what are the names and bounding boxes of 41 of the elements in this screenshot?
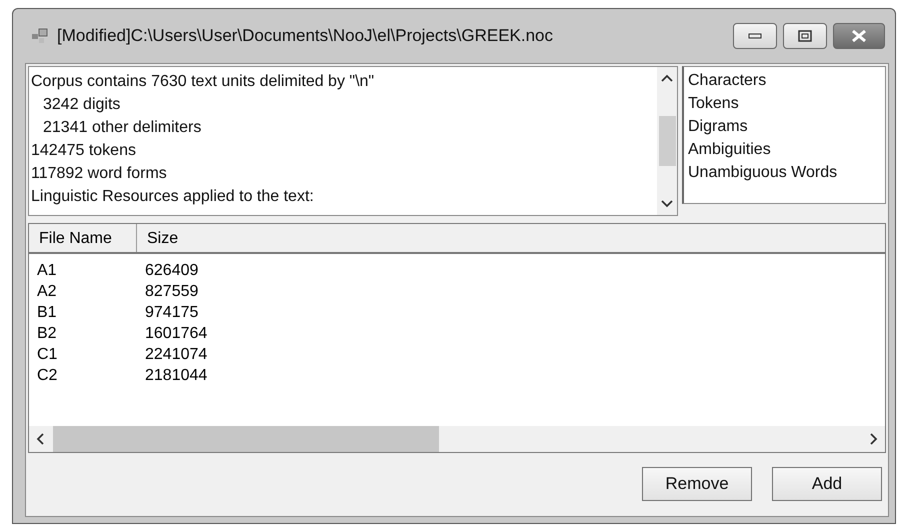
table-cell-text: A2 [36, 282, 58, 302]
maximize-button[interactable] [783, 23, 827, 49]
report-line: 117892 word forms [31, 164, 168, 184]
table-cell-text: B1 [36, 303, 58, 323]
table-cell-text: 974175 [144, 303, 200, 323]
table-cell-text: A1 [36, 261, 58, 281]
close-icon [851, 29, 867, 43]
scroll-up-icon[interactable] [661, 73, 673, 83]
report-line: 21341 other delimiters [42, 118, 202, 138]
report-line: 142475 tokens [31, 141, 137, 161]
maximize-icon [798, 30, 812, 42]
window-title: [Modified]C:\Users\User\Documents\NooJ\el\Projects\GREEK.noc [57, 26, 554, 46]
minimize-icon [748, 33, 762, 39]
table-cell-text: 626409 [144, 261, 200, 281]
vertical-scrollbar[interactable] [657, 67, 677, 215]
dialog-button[interactable]: Remove [642, 466, 752, 500]
view-list-item[interactable]: Unambiguous Words [688, 161, 881, 184]
table-cell-text: 2241074 [144, 345, 208, 365]
column-header[interactable]: Size [137, 224, 188, 252]
table-cell-text: C1 [36, 345, 58, 365]
dialog-button[interactable]: Add [772, 466, 882, 500]
table-cell-text: 827559 [144, 282, 200, 302]
scroll-down-icon[interactable] [661, 199, 673, 209]
table-cell-text: B2 [36, 324, 58, 344]
view-list-item[interactable]: Characters [688, 69, 881, 92]
view-list-item[interactable]: Ambiguities [688, 138, 881, 161]
window-icon [31, 28, 49, 44]
view-list-item[interactable]: Tokens [688, 92, 881, 115]
scroll-right-icon[interactable] [869, 433, 879, 445]
table-cell-text: 2181044 [144, 366, 208, 386]
table-cell-text: C2 [36, 366, 58, 386]
table-cell-text: 1601764 [144, 324, 208, 344]
report-line: Linguistic Resources applied to the text: [31, 187, 315, 207]
scroll-left-icon[interactable] [35, 433, 45, 445]
report-line: Corpus contains 7630 text units delimited by "\n" [31, 72, 376, 92]
column-header[interactable]: File Name [29, 224, 137, 252]
minimize-button[interactable] [733, 23, 777, 49]
horizontal-scrollbar[interactable] [29, 426, 885, 452]
view-list-item[interactable]: Digrams [688, 115, 881, 138]
report-line: 3242 digits [42, 95, 122, 115]
close-button[interactable] [833, 23, 885, 49]
